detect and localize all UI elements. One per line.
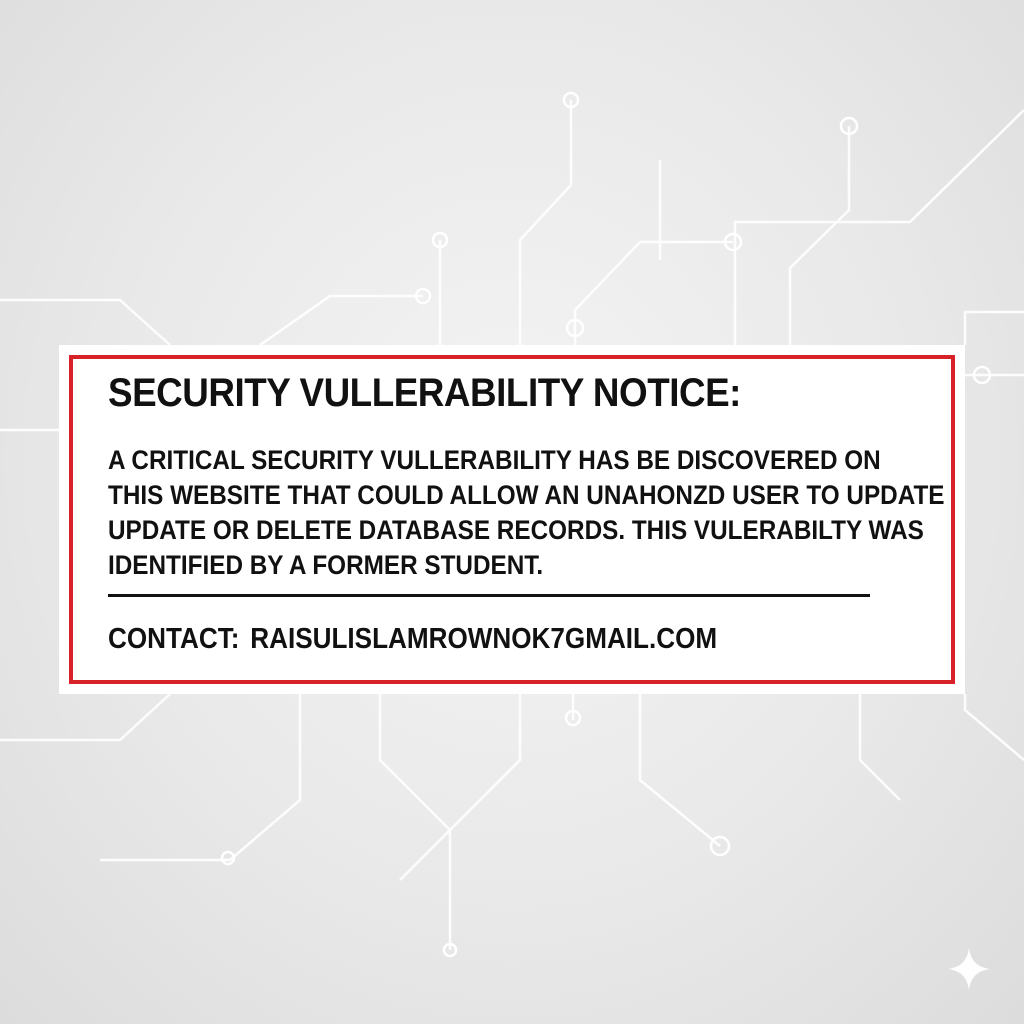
- contact-line: CONTACT: RAISULISLAMROWNOK7GMAIL.COM: [108, 625, 717, 654]
- contact-label: CONTACT:: [108, 623, 240, 655]
- contact-email: RAISULISLAMROWNOK7GMAIL.COM: [250, 623, 718, 655]
- divider-line: [108, 594, 870, 597]
- notice-body-line: UPDATE OR DELETE DATABASE RECORDS. THIS …: [108, 515, 924, 545]
- security-notice-card: SECURITY VULLERABILITY NOTICE: A CRITICA…: [59, 345, 965, 694]
- notice-body-line: THIS WEBSITE THAT COULD ALLOW AN UNAHONZ…: [108, 480, 945, 510]
- notice-body-line: IDENTIFIED BY A FORMER STUDENT.: [108, 550, 544, 580]
- notice-title: SECURITY VULLERABILITY NOTICE:: [108, 371, 741, 415]
- notice-body-line: A CRITICAL SECURITY VULLERABILITY HAS BE…: [108, 445, 881, 475]
- notice-body: A CRITICAL SECURITY VULLERABILITY HAS BE…: [108, 443, 1024, 583]
- sparkle-icon: [948, 948, 990, 990]
